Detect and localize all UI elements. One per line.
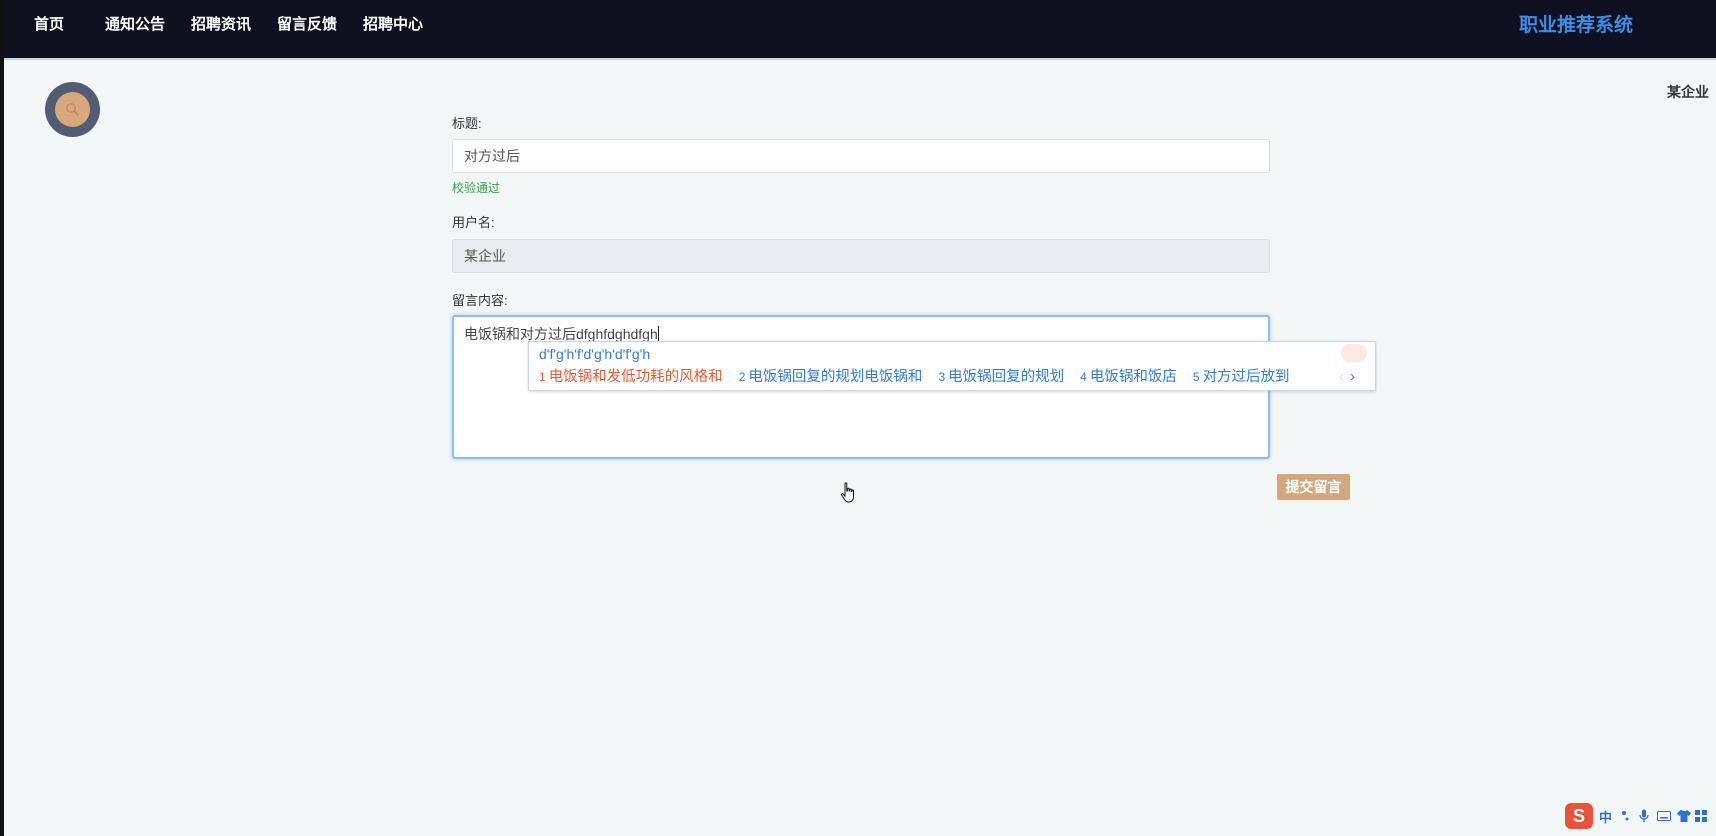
- sogou-logo-icon[interactable]: S: [1565, 803, 1593, 829]
- hand-cursor-icon: [840, 482, 854, 503]
- username-input: 某企业: [452, 239, 1270, 273]
- submit-feedback-button[interactable]: 提交留言: [1277, 474, 1350, 500]
- ime-candidate[interactable]: 1 电饭锅和发低功耗的风格和: [539, 367, 723, 387]
- nav-item-feedback[interactable]: 留言反馈: [277, 14, 337, 36]
- nav-item-notices[interactable]: 通知公告: [105, 14, 165, 36]
- ime-candidates: 1 电饭锅和发低功耗的风格和 2 电饭锅回复的规划电饭锅和 3 电饭锅回复的规划 4电…: [539, 367, 1302, 387]
- title-input[interactable]: 对方过后: [452, 139, 1270, 173]
- current-user-name[interactable]: 某企业: [1667, 82, 1709, 102]
- ime-candidate[interactable]: 4 电饭锅和饭店: [1080, 367, 1177, 387]
- text-caret: [657, 326, 659, 342]
- title-validation-message: 校验通过: [452, 181, 501, 195]
- site-brand[interactable]: 职业推荐系统: [1519, 13, 1633, 39]
- sogou-watermark-icon: [1341, 344, 1367, 362]
- nav-item-job-news[interactable]: 招聘资讯: [191, 14, 251, 36]
- nav-item-home[interactable]: 首页: [34, 14, 64, 36]
- ime-prev-page-button[interactable]: ‹: [1339, 368, 1344, 385]
- ime-next-page-button[interactable]: ›: [1350, 368, 1355, 385]
- ime-pinyin: d'f'g'h'f'd'g'h'd'f'g'h: [539, 346, 651, 362]
- keyboard-icon[interactable]: [1657, 811, 1671, 821]
- ime-language-toggle[interactable]: 中: [1599, 807, 1612, 826]
- nav-item-recruitment-center[interactable]: 招聘中心: [363, 14, 423, 36]
- top-navbar: 首页 通知公告 招聘资讯 留言反馈 招聘中心 职业推荐系统: [0, 0, 1716, 60]
- ime-page-arrows: ‹ ›: [1339, 367, 1355, 387]
- window-edge: [0, 0, 4, 836]
- mic-icon[interactable]: [1639, 809, 1649, 823]
- ime-candidate-popup: d'f'g'h'f'd'g'h'd'f'g'h 1 电饭锅和发低功耗的风格和 2电…: [528, 341, 1376, 391]
- ime-candidate[interactable]: 2 电饭锅回复的规划电饭锅和: [739, 367, 923, 387]
- toolbox-grid-icon[interactable]: [1695, 810, 1707, 822]
- search-button[interactable]: [45, 82, 100, 137]
- skin-shirt-icon[interactable]: [1677, 810, 1691, 822]
- search-button-inner: [55, 92, 90, 127]
- username-label: 用户名:: [452, 215, 495, 230]
- title-label: 标题:: [452, 116, 482, 131]
- search-icon: [66, 103, 79, 116]
- ime-candidate[interactable]: 3 电饭锅回复的规划: [938, 367, 1064, 387]
- ime-candidate[interactable]: 5 对方过后放到: [1193, 367, 1290, 387]
- punctuation-icon[interactable]: [1621, 810, 1631, 822]
- content-text: 电饭锅和对方过后dfghfdghdfgh: [464, 326, 658, 342]
- content-label: 留言内容:: [452, 293, 508, 308]
